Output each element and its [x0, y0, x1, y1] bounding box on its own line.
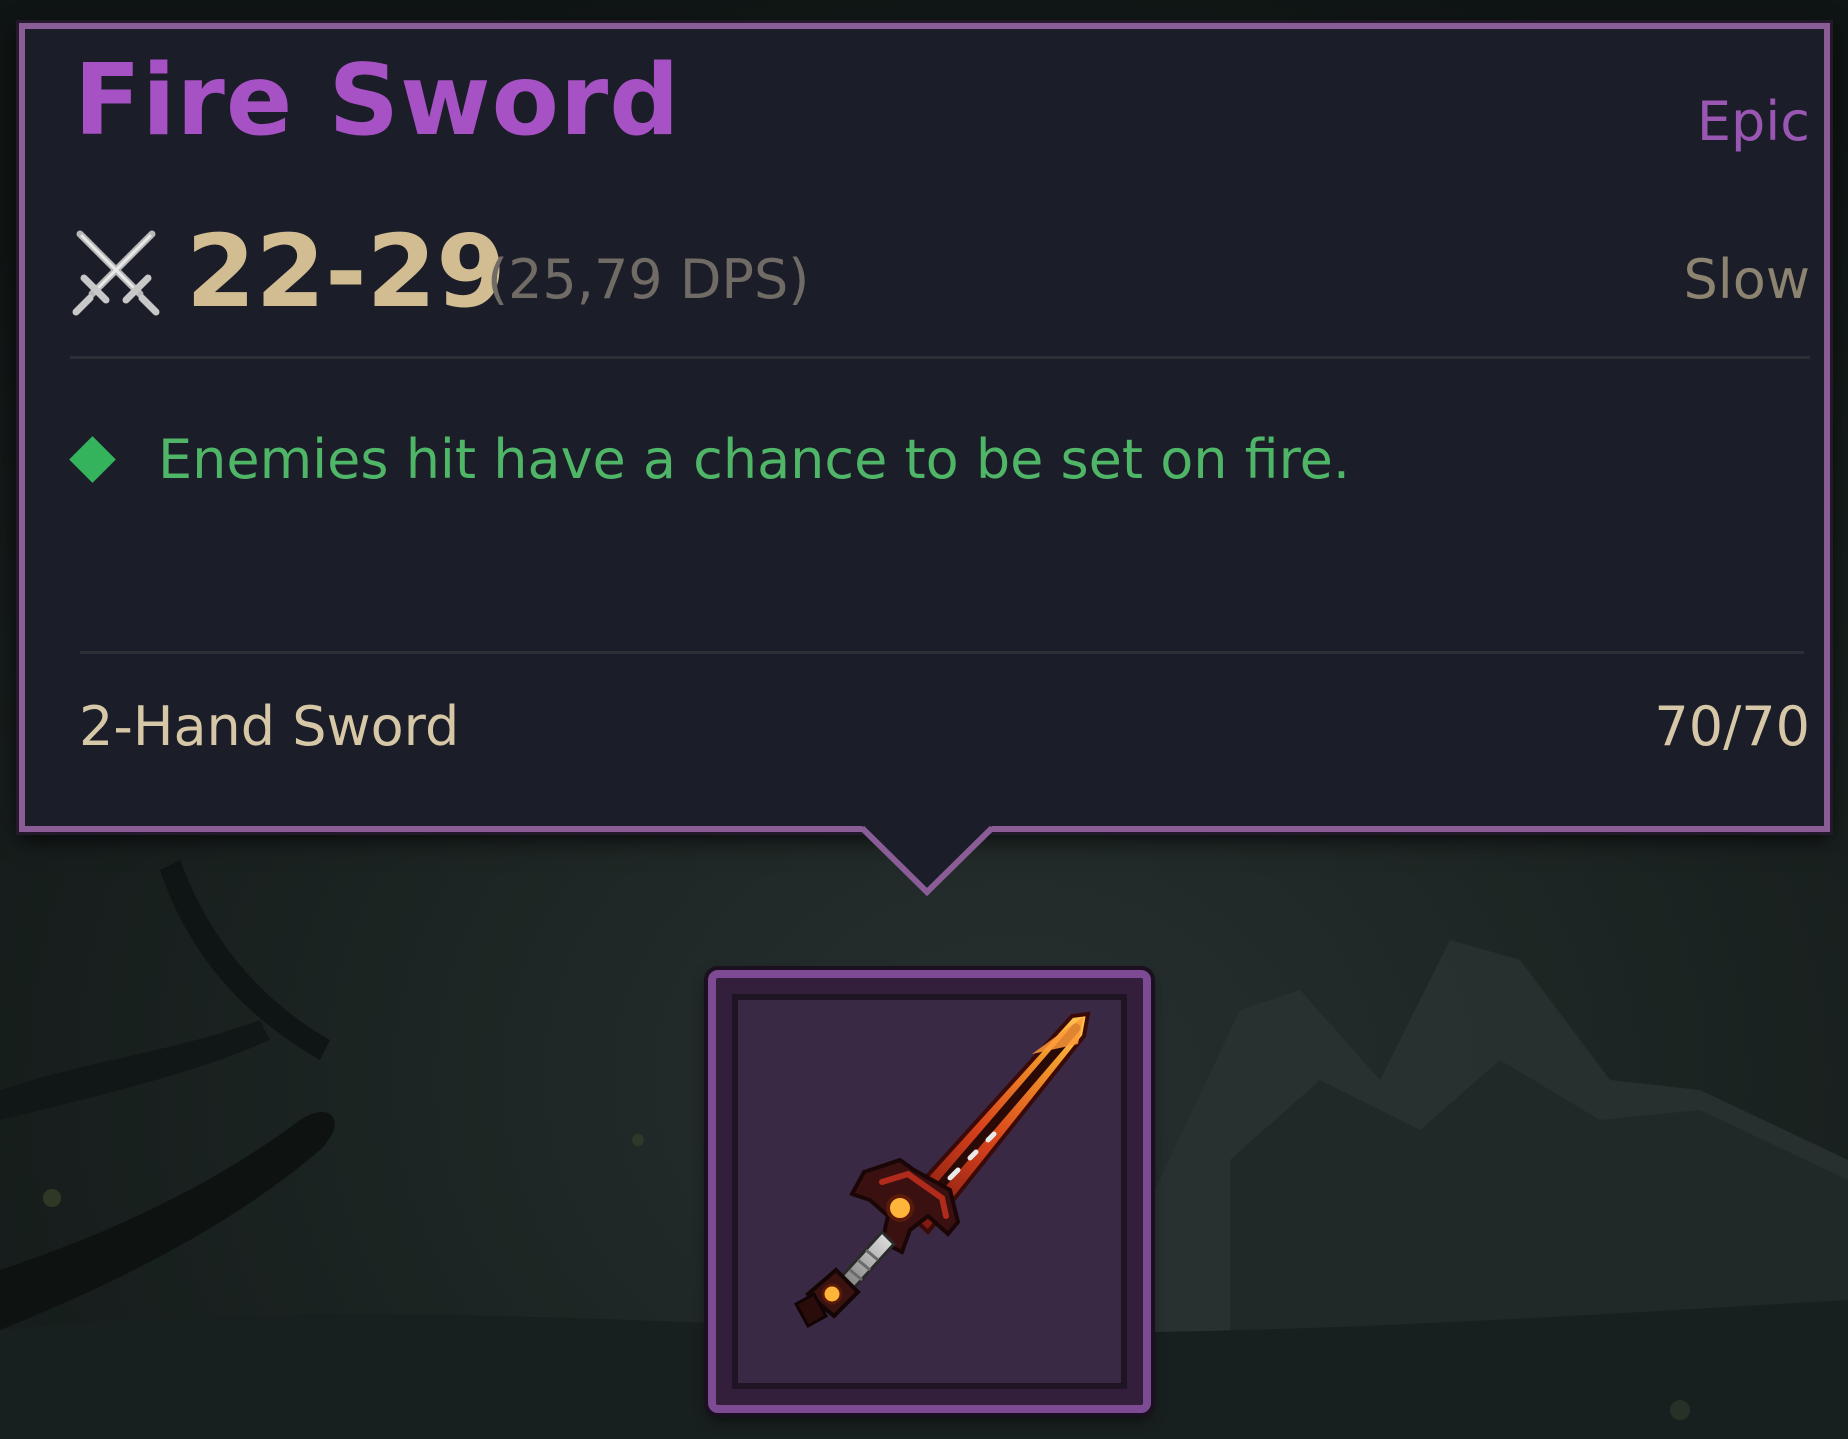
damage-range: 22-29: [186, 213, 506, 330]
item-slot[interactable]: [708, 970, 1151, 1413]
divider: [80, 651, 1804, 654]
dps-value: (25,79 DPS): [487, 248, 810, 311]
durability-value: 70/70: [1654, 695, 1810, 758]
tooltip-pointer: [862, 826, 992, 897]
fire-sword-icon: [793, 1011, 1091, 1329]
item-type: 2-Hand Sword: [79, 695, 460, 758]
crossed-swords-icon: [72, 230, 160, 316]
attack-speed: Slow: [1683, 248, 1810, 311]
rarity-label: Epic: [1696, 90, 1810, 153]
item-effect: Enemies hit have a chance to be set on f…: [158, 428, 1351, 491]
item-name: Fire Sword: [74, 44, 681, 158]
divider: [70, 356, 1810, 359]
